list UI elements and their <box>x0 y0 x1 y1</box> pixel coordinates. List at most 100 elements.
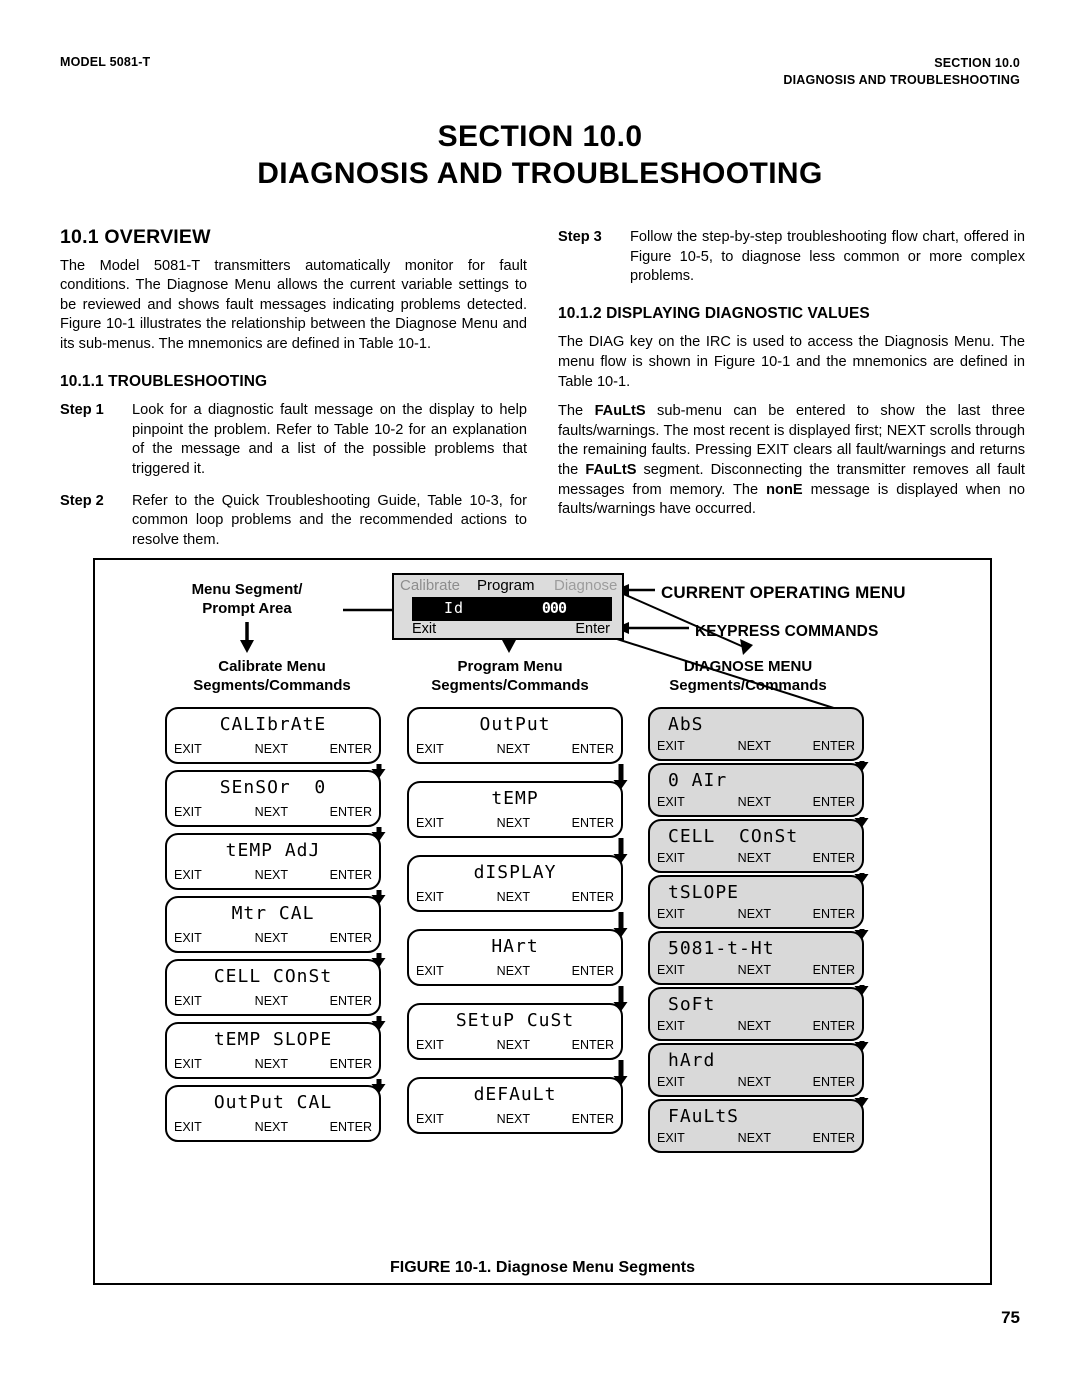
menu-command-exit[interactable]: EXIT <box>657 1075 685 1089</box>
menu-command-row: EXIT NEXT ENTER <box>174 742 372 757</box>
menu-box[interactable]: tEMP SLOPE EXIT NEXT ENTER <box>165 1022 381 1079</box>
menu-command-next[interactable]: NEXT <box>738 795 771 809</box>
menu-box[interactable]: dISPLAY EXIT NEXT ENTER <box>407 855 623 912</box>
menu-box[interactable]: tSLOPE EXIT NEXT ENTER <box>648 875 864 929</box>
menu-command-next[interactable]: NEXT <box>497 890 530 904</box>
menu-command-exit[interactable]: EXIT <box>657 851 685 865</box>
menu-command-exit[interactable]: EXIT <box>657 1019 685 1033</box>
menu-command-next[interactable]: NEXT <box>497 964 530 978</box>
menu-command-next[interactable]: NEXT <box>255 805 288 819</box>
menu-command-next[interactable]: NEXT <box>497 1038 530 1052</box>
menu-command-enter[interactable]: ENTER <box>330 1120 372 1134</box>
menu-command-exit[interactable]: EXIT <box>416 1112 444 1126</box>
menu-command-next[interactable]: NEXT <box>738 739 771 753</box>
menu-command-next[interactable]: NEXT <box>255 742 288 756</box>
menu-command-enter[interactable]: ENTER <box>330 994 372 1008</box>
menu-command-enter[interactable]: ENTER <box>813 795 855 809</box>
menu-box[interactable]: hArd EXIT NEXT ENTER <box>648 1043 864 1097</box>
menu-command-enter[interactable]: ENTER <box>813 963 855 977</box>
menu-box[interactable]: tEMP AdJ EXIT NEXT ENTER <box>165 833 381 890</box>
menu-box[interactable]: 5081-t-Ht EXIT NEXT ENTER <box>648 931 864 985</box>
menu-box[interactable]: CELL COnSt EXIT NEXT ENTER <box>165 959 381 1016</box>
menu-command-exit[interactable]: EXIT <box>657 739 685 753</box>
menu-command-next[interactable]: NEXT <box>738 851 771 865</box>
menu-segment-label: CALIbrAtE <box>219 714 327 735</box>
device-menu-calibrate[interactable]: Calibrate <box>400 577 460 594</box>
menu-command-exit[interactable]: EXIT <box>657 907 685 921</box>
device-key-enter[interactable]: Enter <box>575 621 610 637</box>
menu-box[interactable]: OutPut CAL EXIT NEXT ENTER <box>165 1085 381 1142</box>
menu-command-exit[interactable]: EXIT <box>174 1057 202 1071</box>
menu-command-enter[interactable]: ENTER <box>813 1019 855 1033</box>
menu-command-enter[interactable]: ENTER <box>572 964 614 978</box>
device-menu-diagnose[interactable]: Diagnose <box>554 577 617 594</box>
menu-command-next[interactable]: NEXT <box>255 1057 288 1071</box>
menu-command-exit[interactable]: EXIT <box>416 742 444 756</box>
menu-command-exit[interactable]: EXIT <box>657 1131 685 1145</box>
menu-command-next[interactable]: NEXT <box>497 742 530 756</box>
menu-command-exit[interactable]: EXIT <box>174 931 202 945</box>
menu-command-next[interactable]: NEXT <box>738 1075 771 1089</box>
menu-command-next[interactable]: NEXT <box>738 907 771 921</box>
menu-box[interactable]: CALIbrAtE EXIT NEXT ENTER <box>165 707 381 764</box>
menu-command-exit[interactable]: EXIT <box>657 795 685 809</box>
menu-command-enter[interactable]: ENTER <box>813 739 855 753</box>
menu-box[interactable]: SEnSOr 0 EXIT NEXT ENTER <box>165 770 381 827</box>
flow-arrow-down-icon <box>618 764 623 781</box>
menu-box[interactable]: SEtuP CuSt EXIT NEXT ENTER <box>407 1003 623 1060</box>
menu-command-next[interactable]: NEXT <box>255 1120 288 1134</box>
menu-box[interactable]: CELL COnSt EXIT NEXT ENTER <box>648 819 864 873</box>
step-1-text: Look for a diagnostic fault message on t… <box>132 402 527 477</box>
menu-box[interactable]: FAuLtS EXIT NEXT ENTER <box>648 1099 864 1153</box>
menu-command-enter[interactable]: ENTER <box>572 1112 614 1126</box>
menu-command-enter[interactable]: ENTER <box>572 816 614 830</box>
menu-command-enter[interactable]: ENTER <box>572 742 614 756</box>
menu-command-enter[interactable]: ENTER <box>330 1057 372 1071</box>
diag-key-paragraph: The DIAG key on the IRC is used to acces… <box>558 334 1025 390</box>
menu-command-exit[interactable]: EXIT <box>416 816 444 830</box>
menu-command-next[interactable]: NEXT <box>497 816 530 830</box>
device-key-exit[interactable]: Exit <box>412 621 436 637</box>
menu-command-enter[interactable]: ENTER <box>330 805 372 819</box>
menu-command-exit[interactable]: EXIT <box>174 805 202 819</box>
column-heading-program-line1: Program Menu <box>457 658 563 675</box>
menu-box[interactable]: 0 AIr EXIT NEXT ENTER <box>648 763 864 817</box>
menu-box[interactable]: HArt EXIT NEXT ENTER <box>407 929 623 986</box>
menu-command-exit[interactable]: EXIT <box>416 964 444 978</box>
menu-command-next[interactable]: NEXT <box>738 963 771 977</box>
menu-command-enter[interactable]: ENTER <box>330 931 372 945</box>
device-menu-program[interactable]: Program <box>477 577 535 594</box>
menu-command-enter[interactable]: ENTER <box>572 1038 614 1052</box>
menu-box[interactable]: OutPut EXIT NEXT ENTER <box>407 707 623 764</box>
menu-command-row: EXIT NEXT ENTER <box>416 890 614 905</box>
menu-command-next[interactable]: NEXT <box>497 1112 530 1126</box>
menu-box[interactable]: tEMP EXIT NEXT ENTER <box>407 781 623 838</box>
menu-box[interactable]: AbS EXIT NEXT ENTER <box>648 707 864 761</box>
menu-command-enter[interactable]: ENTER <box>813 851 855 865</box>
menu-command-enter[interactable]: ENTER <box>813 1131 855 1145</box>
menu-command-enter[interactable]: ENTER <box>330 868 372 882</box>
menu-command-next[interactable]: NEXT <box>738 1019 771 1033</box>
flow-arrow-down-icon <box>859 1097 864 1099</box>
menu-command-exit[interactable]: EXIT <box>174 1120 202 1134</box>
menu-box[interactable]: Mtr CAL EXIT NEXT ENTER <box>165 896 381 953</box>
menu-command-exit[interactable]: EXIT <box>174 742 202 756</box>
menu-command-exit[interactable]: EXIT <box>416 1038 444 1052</box>
menu-command-row: EXIT NEXT ENTER <box>174 1057 372 1072</box>
menu-box[interactable]: SoFt EXIT NEXT ENTER <box>648 987 864 1041</box>
menu-command-next[interactable]: NEXT <box>255 931 288 945</box>
menu-command-exit[interactable]: EXIT <box>174 868 202 882</box>
menu-command-next[interactable]: NEXT <box>255 994 288 1008</box>
menu-command-row: EXIT NEXT ENTER <box>174 805 372 820</box>
menu-command-enter[interactable]: ENTER <box>572 890 614 904</box>
menu-command-enter[interactable]: ENTER <box>330 742 372 756</box>
step-3: Step 3 Follow the step-by-step troublesh… <box>558 228 1025 287</box>
menu-command-exit[interactable]: EXIT <box>657 963 685 977</box>
menu-box[interactable]: dEFAuLt EXIT NEXT ENTER <box>407 1077 623 1134</box>
menu-command-enter[interactable]: ENTER <box>813 907 855 921</box>
menu-command-next[interactable]: NEXT <box>255 868 288 882</box>
menu-command-next[interactable]: NEXT <box>738 1131 771 1145</box>
menu-command-enter[interactable]: ENTER <box>813 1075 855 1089</box>
menu-command-exit[interactable]: EXIT <box>174 994 202 1008</box>
menu-command-exit[interactable]: EXIT <box>416 890 444 904</box>
